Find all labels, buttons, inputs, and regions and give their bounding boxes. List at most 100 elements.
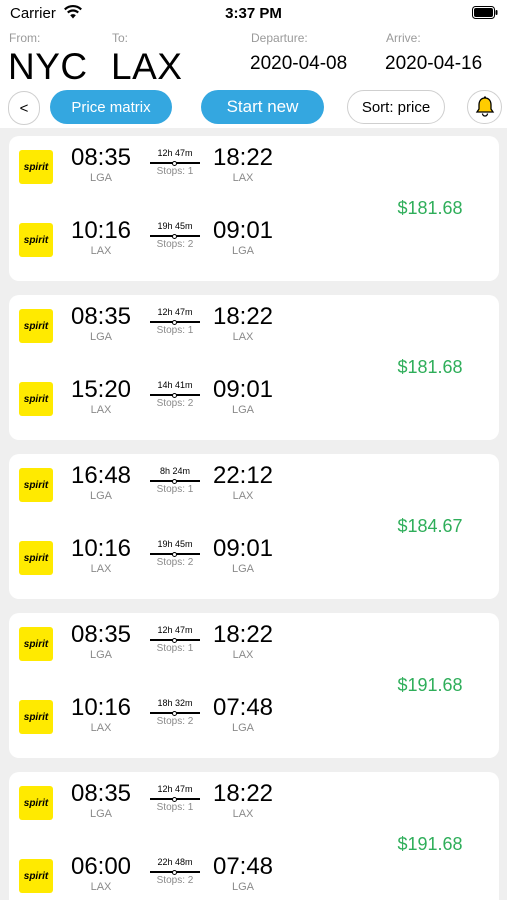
airline-logo: spirit (19, 786, 53, 820)
arrive-airport: LAX (232, 490, 254, 502)
stops-count: Stops: 2 (156, 398, 194, 409)
stops-count: Stops: 1 (156, 484, 194, 495)
price-matrix-label: Price matrix (71, 98, 151, 116)
stops-count: Stops: 1 (156, 802, 194, 813)
duration: 19h 45m (157, 539, 193, 549)
price-label: $181.68 (397, 357, 463, 377)
depart-time: 10:16 (70, 217, 132, 244)
return-leg: spirit 10:16 LAX 19h 45m Stops: 2 09:01 LGA (9, 535, 499, 599)
status-bar: Carrier 3:37 PM (0, 0, 507, 28)
stops-count: Stops: 1 (156, 643, 194, 654)
stops-count: Stops: 2 (156, 716, 194, 727)
arrive-time: 18:22 (212, 621, 274, 648)
duration: 14h 41m (157, 380, 193, 390)
duration: 19h 45m (157, 221, 193, 231)
price-label: $181.68 (397, 198, 463, 218)
return-leg: spirit 10:16 LAX 19h 45m Stops: 2 09:01 LGA (9, 217, 499, 281)
return-leg: spirit 10:16 LAX 18h 32m Stops: 2 07:48 LGA (9, 694, 499, 758)
back-label: < (19, 99, 29, 117)
start-new-button[interactable]: Start new (201, 90, 324, 124)
depart-airport: LGA (89, 490, 112, 502)
alerts-button[interactable] (467, 90, 502, 124)
arrive-airport: LAX (232, 808, 254, 820)
arrive-airport: LAX (232, 649, 254, 661)
arrive-time: 09:01 (212, 217, 274, 244)
sort-button[interactable]: Sort: price (347, 90, 445, 124)
arrive-time: 18:22 (212, 780, 274, 807)
stops-count: Stops: 1 (156, 166, 194, 177)
stop-marker (172, 478, 177, 484)
departure-label: Departure: (251, 31, 308, 45)
stops-count: Stops: 2 (156, 557, 194, 568)
airline-logo: spirit (19, 700, 53, 734)
stops-count: Stops: 2 (156, 239, 194, 250)
departure-date: 2020-04-08 (250, 53, 348, 74)
duration: 12h 47m (157, 784, 193, 794)
flight-result-card[interactable]: spirit 16:48 LGA 8h 24m Stops: 1 22:12 LAX spir… (9, 454, 499, 599)
flight-result-card[interactable]: spirit 08:35 LGA 12h 47m Stops: 1 18:22 LAX spi… (9, 772, 499, 900)
arrive-time: 22:12 (212, 462, 274, 489)
stop-marker (172, 160, 177, 166)
stop-marker (172, 710, 177, 716)
arrive-airport: LAX (232, 172, 254, 184)
depart-time: 16:48 (70, 462, 132, 489)
sort-label: Sort: price (361, 98, 431, 116)
stop-marker (172, 319, 177, 325)
clock: 3:37 PM (225, 5, 282, 22)
arrive-label: Arrive: (386, 31, 421, 45)
airline-logo: spirit (19, 541, 53, 575)
depart-time: 10:16 (70, 694, 132, 721)
duration: 12h 47m (157, 307, 193, 317)
arrive-time: 07:48 (212, 694, 274, 721)
depart-airport: LAX (90, 881, 112, 893)
depart-airport: LAX (90, 245, 112, 257)
arrive-airport: LGA (231, 722, 254, 734)
duration: 18h 32m (157, 698, 193, 708)
duration: 12h 47m (157, 148, 193, 158)
arrive-time: 18:22 (212, 303, 274, 330)
depart-time: 08:35 (70, 780, 132, 807)
stops-count: Stops: 1 (156, 325, 194, 336)
depart-time: 10:16 (70, 535, 132, 562)
depart-airport: LGA (89, 172, 112, 184)
airline-logo: spirit (19, 859, 53, 893)
start-new-label: Start new (226, 97, 299, 116)
stop-marker (172, 796, 177, 802)
from-city: NYC (8, 46, 88, 87)
return-leg: spirit 06:00 LAX 22h 48m Stops: 2 07:48 LGA (9, 853, 499, 900)
stop-marker (172, 869, 177, 875)
stop-marker (172, 637, 177, 643)
to-label: To: (112, 31, 129, 45)
back-button[interactable]: < (8, 91, 40, 125)
from-label: From: (9, 31, 41, 45)
arrive-airport: LGA (231, 245, 254, 257)
duration: 8h 24m (159, 466, 191, 476)
depart-time: 08:35 (70, 621, 132, 648)
depart-time: 08:35 (70, 144, 132, 171)
price-matrix-button[interactable]: Price matrix (50, 90, 172, 124)
airline-logo: spirit (19, 627, 53, 661)
airline-logo: spirit (19, 382, 53, 416)
arrive-airport: LGA (231, 881, 254, 893)
depart-airport: LGA (89, 808, 112, 820)
results-list[interactable]: spirit 08:35 LGA 12h 47m Stops: 1 18:22 LAX spi… (0, 128, 507, 900)
arrive-airport: LGA (231, 404, 254, 416)
bell-icon (475, 96, 494, 117)
depart-time: 06:00 (70, 853, 132, 880)
depart-airport: LAX (90, 722, 112, 734)
arrive-airport: LAX (232, 331, 254, 343)
flight-result-card[interactable]: spirit 08:35 LGA 12h 47m Stops: 1 18:22 LAX spi… (9, 295, 499, 440)
depart-time: 08:35 (70, 303, 132, 330)
flight-result-card[interactable]: spirit 08:35 LGA 12h 47m Stops: 1 18:22 LAX spi… (9, 613, 499, 758)
arrive-time: 18:22 (212, 144, 274, 171)
price-label: $184.67 (397, 516, 463, 536)
price-label: $191.68 (397, 834, 463, 854)
flight-result-card[interactable]: spirit 08:35 LGA 12h 47m Stops: 1 18:22 LAX spi… (9, 136, 499, 281)
arrive-time: 09:01 (212, 535, 274, 562)
arrive-time: 07:48 (212, 853, 274, 880)
airline-logo: spirit (19, 468, 53, 502)
battery-icon (472, 6, 498, 19)
airline-logo: spirit (19, 223, 53, 257)
depart-airport: LGA (89, 331, 112, 343)
stop-marker (172, 233, 177, 239)
